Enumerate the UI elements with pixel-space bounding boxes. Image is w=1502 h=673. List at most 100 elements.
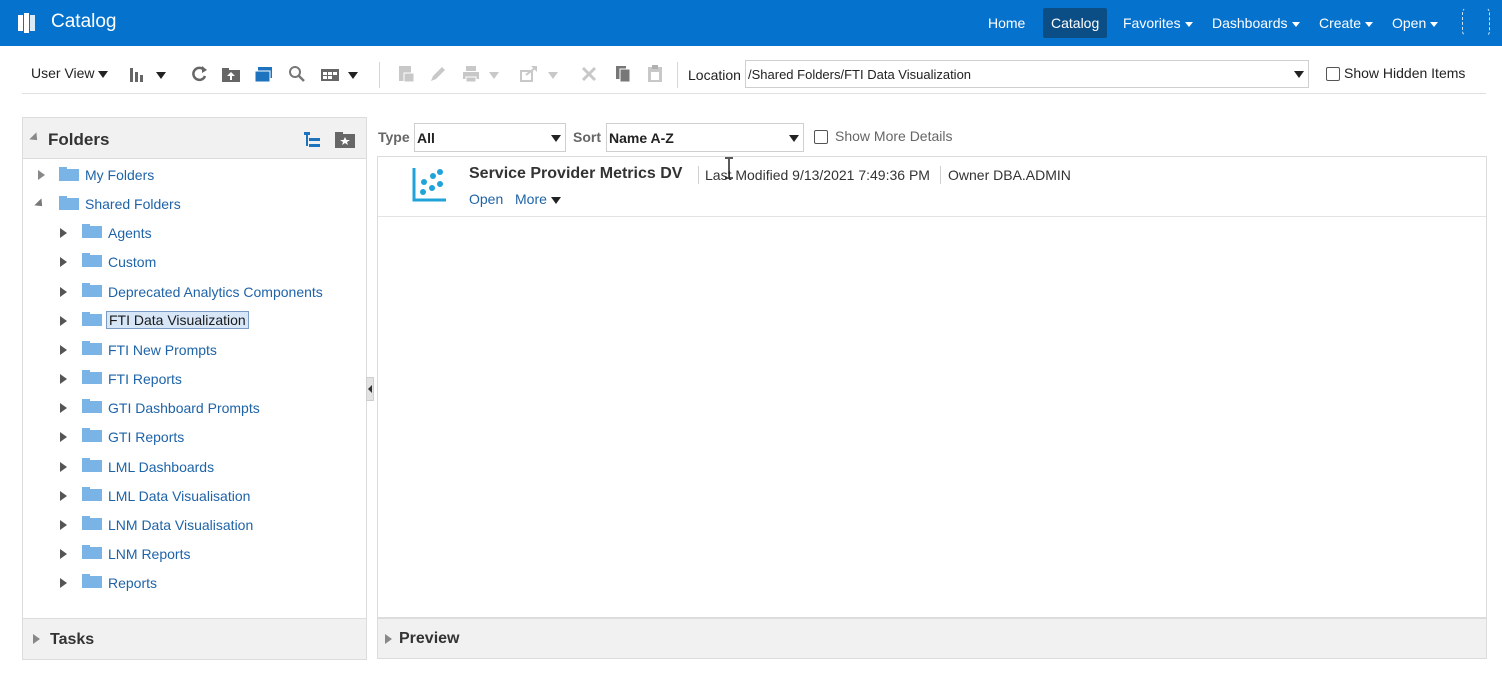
nav-open[interactable]: Open bbox=[1392, 8, 1439, 38]
edit-icon[interactable] bbox=[428, 64, 448, 84]
expand-icon[interactable] bbox=[60, 578, 67, 589]
expand-icon[interactable] bbox=[60, 228, 67, 239]
tree-item[interactable]: FTI Reports bbox=[23, 367, 363, 391]
user-menu-button[interactable] bbox=[1462, 7, 1490, 37]
tree-item-label: Agents bbox=[108, 225, 152, 242]
tree-item[interactable]: GTI Dashboard Prompts bbox=[23, 396, 363, 420]
nav-create[interactable]: Create bbox=[1319, 8, 1374, 38]
expand-icon[interactable] bbox=[60, 286, 67, 297]
tree-item[interactable]: Deprecated Analytics Components bbox=[23, 280, 363, 304]
toolbar-divider bbox=[677, 62, 678, 88]
tree-item[interactable]: Reports bbox=[23, 571, 363, 595]
user-view-dropdown[interactable]: User View bbox=[31, 65, 109, 81]
nav-dashboards[interactable]: Dashboards bbox=[1212, 8, 1300, 38]
tree-view-icon[interactable] bbox=[304, 131, 322, 149]
expand-icon[interactable] bbox=[60, 257, 67, 268]
folder-icon bbox=[82, 457, 102, 472]
show-hidden-checkbox[interactable] bbox=[1326, 67, 1340, 81]
expand-icon[interactable] bbox=[60, 490, 67, 501]
filter-bar: Type All Sort Name A-Z Show More Details bbox=[377, 121, 1487, 153]
expand-icon[interactable] bbox=[60, 374, 67, 385]
expand-icon[interactable] bbox=[60, 403, 67, 414]
folders-pane: Folders My Folders Shared Folders Agents… bbox=[22, 117, 367, 660]
more-menu-link[interactable]: More bbox=[515, 191, 561, 207]
expand-icon[interactable] bbox=[60, 548, 67, 559]
chevron-down-icon[interactable] bbox=[489, 72, 499, 79]
share-icon[interactable] bbox=[519, 64, 539, 84]
show-hidden-label: Show Hidden Items bbox=[1344, 65, 1466, 81]
bar-chart-icon[interactable] bbox=[128, 64, 148, 84]
folder-icon[interactable] bbox=[254, 64, 274, 84]
nav-catalog[interactable]: Catalog bbox=[1043, 8, 1108, 38]
chevron-down-icon bbox=[98, 70, 109, 78]
nav-home[interactable]: Home bbox=[988, 8, 1025, 38]
folder-icon bbox=[59, 167, 79, 181]
tree-item[interactable]: LML Dashboards bbox=[23, 455, 363, 479]
open-link[interactable]: Open bbox=[469, 191, 503, 207]
chevron-down-icon[interactable] bbox=[156, 72, 166, 79]
properties-icon[interactable] bbox=[396, 64, 416, 84]
nav-favorites[interactable]: Favorites bbox=[1123, 8, 1193, 38]
tree-item-label: GTI Reports bbox=[108, 429, 185, 446]
pane-splitter-handle[interactable] bbox=[366, 377, 374, 401]
chevron-left-icon bbox=[368, 385, 372, 393]
tree-item[interactable]: LNM Reports bbox=[23, 542, 363, 566]
expand-icon[interactable] bbox=[38, 170, 45, 180]
tree-item-my-folders[interactable]: My Folders bbox=[23, 163, 363, 187]
refresh-icon[interactable] bbox=[189, 64, 209, 84]
print-icon[interactable] bbox=[461, 64, 481, 84]
toolbar-divider bbox=[379, 62, 380, 88]
show-more-details-label: Show More Details bbox=[835, 128, 953, 144]
sort-select[interactable]: Name A-Z bbox=[606, 123, 804, 152]
paste-icon[interactable] bbox=[645, 64, 665, 84]
folder-icon bbox=[82, 282, 102, 297]
chevron-down-icon[interactable] bbox=[548, 72, 558, 79]
location-select[interactable]: /Shared Folders/FTI Data Visualization bbox=[745, 60, 1309, 88]
data-visualization-icon[interactable] bbox=[412, 166, 448, 202]
tree-item[interactable]: FTI New Prompts bbox=[23, 338, 363, 362]
expand-icon bbox=[33, 634, 40, 644]
show-more-details-checkbox[interactable] bbox=[814, 130, 828, 144]
folder-icon bbox=[82, 253, 102, 268]
chevron-down-icon bbox=[551, 135, 561, 142]
item-title[interactable]: Service Provider Metrics DV bbox=[469, 165, 682, 183]
meta-divider bbox=[940, 166, 941, 184]
search-icon[interactable] bbox=[287, 64, 307, 84]
tree-item[interactable]: FTI Data Visualization bbox=[23, 309, 363, 333]
folder-icon bbox=[82, 399, 102, 414]
tasks-pane-header[interactable]: Tasks bbox=[23, 618, 366, 659]
tree-item-label: FTI New Prompts bbox=[108, 341, 217, 358]
expand-icon[interactable] bbox=[60, 315, 67, 326]
results-list: Service Provider Metrics DV Last Modifie… bbox=[377, 156, 1487, 618]
delete-icon[interactable] bbox=[579, 64, 599, 84]
tree-item-label: My Folders bbox=[85, 167, 155, 183]
tree-item-label: Shared Folders bbox=[85, 196, 181, 212]
tree-item[interactable]: GTI Reports bbox=[23, 425, 363, 449]
sort-label: Sort bbox=[573, 129, 601, 145]
type-select[interactable]: All bbox=[414, 123, 566, 152]
tasks-title: Tasks bbox=[50, 631, 95, 648]
chevron-down-icon[interactable] bbox=[348, 72, 358, 79]
copy-icon[interactable] bbox=[613, 64, 633, 84]
preview-pane-header[interactable]: Preview bbox=[377, 618, 1487, 659]
catalog-toolbar: User View Location /Shared Folders/FTI D… bbox=[22, 56, 1486, 94]
tree-item-shared-folders[interactable]: Shared Folders bbox=[23, 192, 363, 216]
tree-item-label: FTI Reports bbox=[108, 371, 182, 388]
collapse-icon[interactable] bbox=[34, 198, 46, 210]
expand-icon[interactable] bbox=[60, 432, 67, 443]
tree-item[interactable]: LNM Data Visualisation bbox=[23, 513, 363, 537]
tree-item[interactable]: Custom bbox=[23, 250, 363, 274]
tree-item[interactable]: LML Data Visualisation bbox=[23, 484, 363, 508]
folders-pane-header[interactable]: Folders bbox=[23, 118, 366, 159]
view-mode-icon[interactable] bbox=[320, 64, 340, 84]
preview-title: Preview bbox=[399, 630, 460, 647]
global-nav: Home Catalog Favorites Dashboards Create… bbox=[0, 8, 1502, 38]
new-folder-icon[interactable] bbox=[335, 131, 355, 148]
tree-item-label: Reports bbox=[108, 575, 158, 592]
expand-icon[interactable] bbox=[60, 461, 67, 472]
upload-icon[interactable] bbox=[221, 64, 241, 84]
folder-icon bbox=[82, 544, 102, 559]
tree-item[interactable]: Agents bbox=[23, 221, 363, 245]
expand-icon[interactable] bbox=[60, 519, 67, 530]
expand-icon[interactable] bbox=[60, 344, 67, 355]
